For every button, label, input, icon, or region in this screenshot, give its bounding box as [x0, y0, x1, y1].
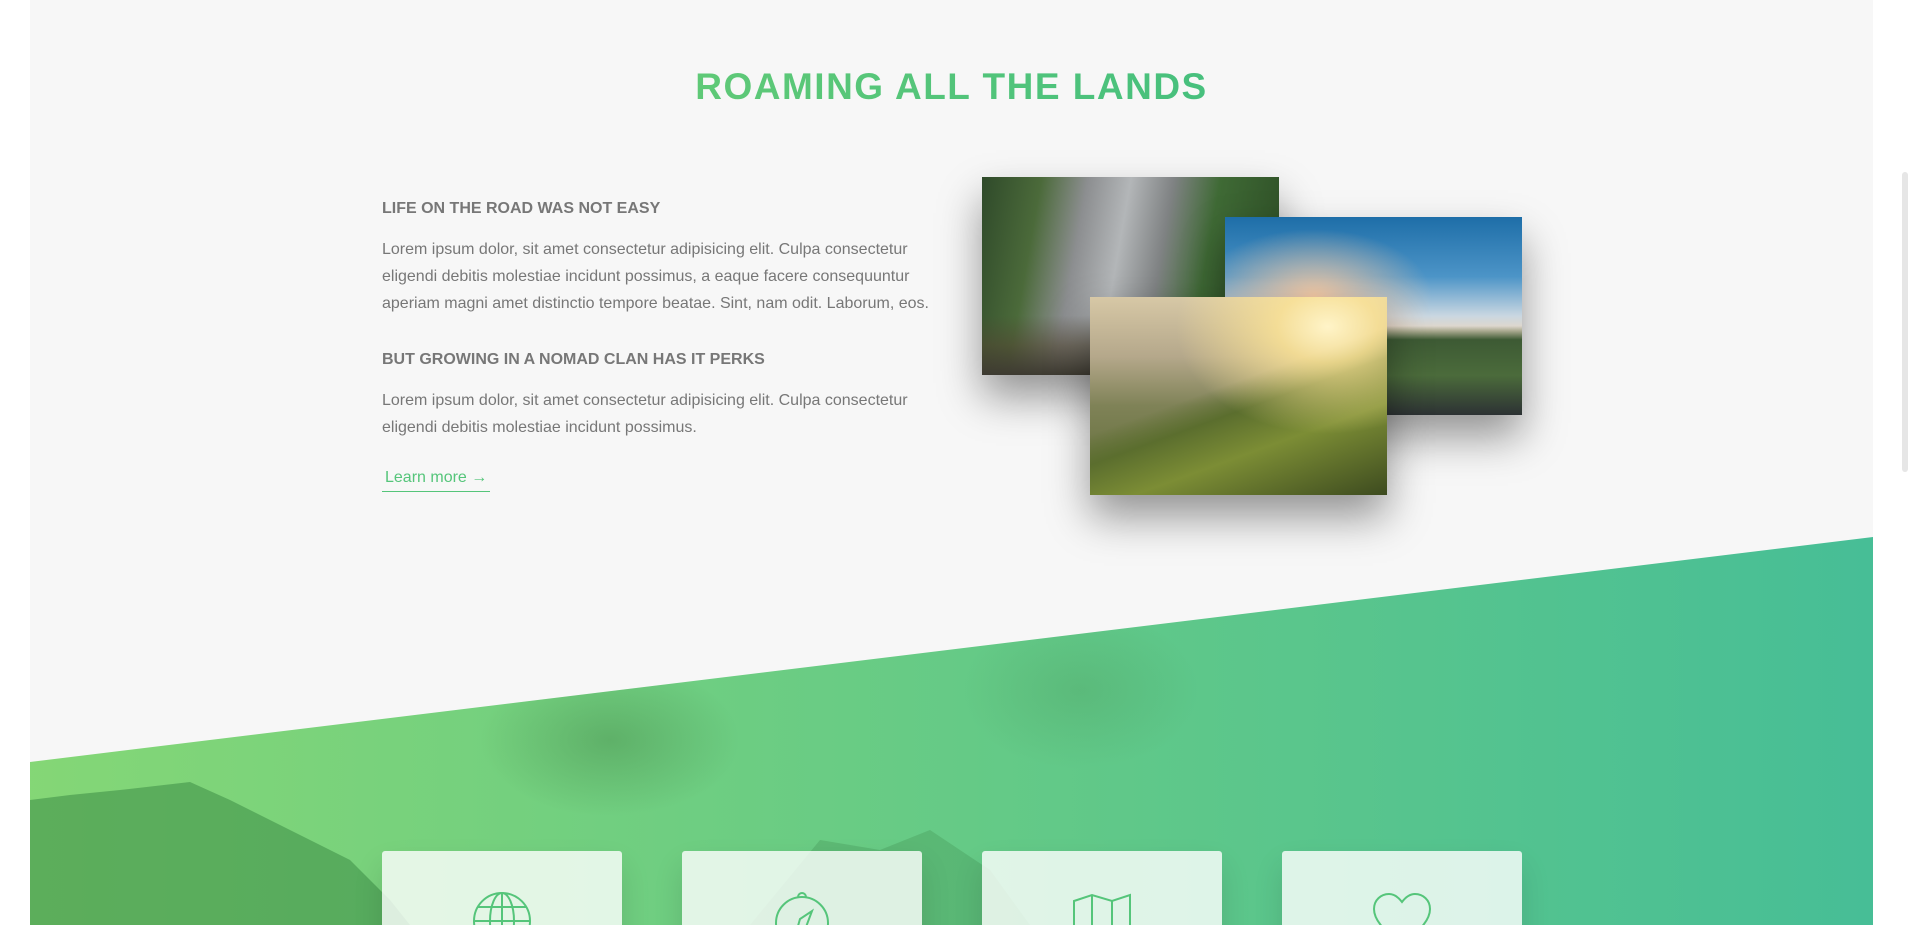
mountain-ridge-hiker-photo[interactable] — [1090, 297, 1387, 495]
features-row — [382, 851, 1557, 925]
feature-box-compass — [682, 851, 922, 925]
map-icon — [1073, 893, 1131, 925]
paragraph-nomad-clan: Lorem ipsum dolor, sit amet consectetur … — [382, 392, 908, 436]
page: ROAMING ALL THE LANDS LIFE ON THE ROAD W… — [30, 0, 1873, 925]
compass-icon — [775, 892, 829, 925]
learn-more-link[interactable]: Learn more → — [382, 467, 491, 492]
feature-box-heart — [1282, 851, 1522, 925]
scrollbar-thumb[interactable] — [1902, 172, 1908, 472]
scrollbar[interactable] — [1873, 0, 1908, 925]
features-background — [30, 537, 1873, 925]
section-title: ROAMING ALL THE LANDS — [30, 66, 1873, 108]
heading-nomad-clan: BUT GROWING IN A NOMAD CLAN HAS IT PERKS — [382, 351, 765, 368]
heart-icon — [1372, 892, 1432, 925]
globe-icon — [473, 892, 531, 925]
feature-box-map — [982, 851, 1222, 925]
feature-box-globe — [382, 851, 622, 925]
heading-life-on-the-road: LIFE ON THE ROAD WAS NOT EASY — [382, 200, 661, 217]
paragraph-life-on-the-road: Lorem ipsum dolor, sit amet consectetur … — [382, 241, 929, 312]
about-text: LIFE ON THE ROAD WAS NOT EASY Lorem ipsu… — [382, 200, 942, 492]
